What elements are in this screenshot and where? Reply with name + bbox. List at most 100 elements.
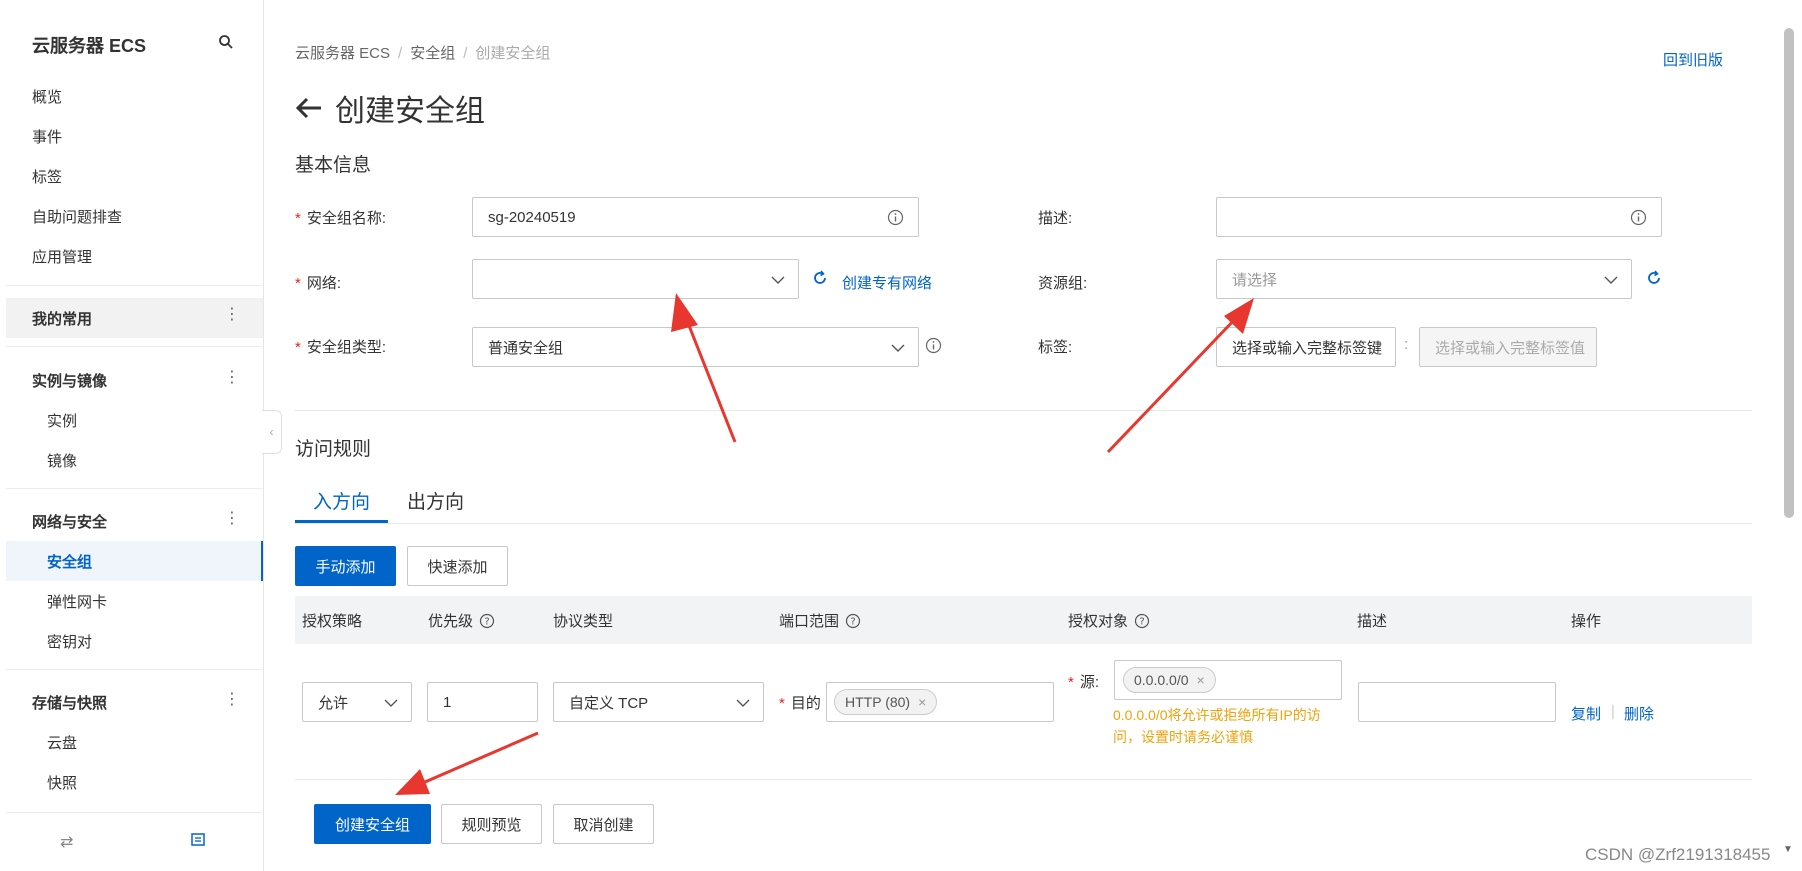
annotation-arrow bbox=[395, 731, 539, 795]
col-protocol: 协议类型 bbox=[553, 613, 614, 630]
sidebar-item-tags[interactable]: 标签 bbox=[32, 166, 62, 187]
back-arrow-icon[interactable] bbox=[295, 96, 323, 120]
description-input[interactable] bbox=[1216, 197, 1662, 237]
breadcrumb-ecs[interactable]: 云服务器 ECS bbox=[295, 45, 390, 62]
refresh-icon[interactable] bbox=[1645, 269, 1663, 287]
create-security-group-button[interactable]: 创建安全组 bbox=[314, 804, 431, 844]
svg-text:?: ? bbox=[1139, 616, 1144, 627]
col-policy: 授权策略 bbox=[302, 613, 363, 630]
tabs-divider bbox=[295, 523, 1752, 524]
sg-type-select[interactable]: 普通安全组 bbox=[472, 327, 919, 367]
network-select[interactable] bbox=[472, 259, 799, 299]
annotation-arrow bbox=[1106, 298, 1254, 454]
more-icon[interactable]: ⋮ bbox=[224, 511, 240, 527]
search-icon[interactable] bbox=[218, 34, 234, 50]
sidebar-item-events[interactable]: 事件 bbox=[32, 126, 62, 147]
copy-rule-link[interactable]: 复制 bbox=[1571, 703, 1601, 724]
sidebar-item-app-management[interactable]: 应用管理 bbox=[32, 246, 92, 267]
sidebar-item-images[interactable]: 镜像 bbox=[47, 450, 77, 471]
tab-outbound[interactable]: 出方向 bbox=[407, 487, 464, 514]
manual-add-button[interactable]: 手动添加 bbox=[295, 546, 396, 586]
info-icon bbox=[1630, 209, 1647, 226]
sidebar-item-troubleshoot[interactable]: 自助问题排查 bbox=[32, 206, 122, 227]
col-description: 描述 bbox=[1357, 613, 1388, 630]
help-icon[interactable]: ? bbox=[845, 613, 861, 629]
sidebar-item-overview[interactable]: 概览 bbox=[32, 86, 62, 107]
chevron-down-icon bbox=[1604, 276, 1618, 284]
sg-name-input[interactable]: sg-20240519 bbox=[472, 197, 919, 237]
description-label: 描述: bbox=[1038, 210, 1073, 227]
sidebar-item-keypairs[interactable]: 密钥对 bbox=[47, 631, 92, 652]
more-icon[interactable]: ⋮ bbox=[224, 307, 240, 323]
sidebar-title: 云服务器 ECS bbox=[32, 36, 147, 56]
watermark: CSDN @Zrf2191318455 bbox=[1585, 845, 1771, 864]
dest-label: * 目的 bbox=[779, 695, 821, 712]
priority-input[interactable]: 1 bbox=[427, 682, 538, 722]
rule-description-input[interactable] bbox=[1358, 682, 1556, 722]
sidebar-favorites[interactable]: 我的常用 bbox=[32, 308, 92, 329]
info-icon[interactable] bbox=[925, 337, 942, 354]
section-divider bbox=[295, 410, 1752, 411]
swap-icon[interactable]: ⇄ bbox=[60, 832, 73, 852]
breadcrumb-security-groups[interactable]: 安全组 bbox=[410, 45, 455, 62]
tab-inbound[interactable]: 入方向 bbox=[313, 487, 370, 514]
sidebar-collapse-handle[interactable]: ‹ bbox=[262, 410, 282, 454]
help-icon[interactable]: ? bbox=[479, 613, 495, 629]
sidebar-group-storage[interactable]: 存储与快照 bbox=[32, 692, 107, 713]
resource-group-select[interactable]: 请选择 bbox=[1216, 259, 1632, 299]
col-auth-object: 授权对象 ? bbox=[1068, 610, 1150, 631]
help-icon[interactable]: ? bbox=[1134, 613, 1150, 629]
chevron-down-icon bbox=[736, 699, 750, 707]
sidebar-active-highlight bbox=[6, 541, 263, 581]
rules-table-header bbox=[295, 596, 1752, 644]
back-to-old-version-link[interactable]: 回到旧版 bbox=[1663, 49, 1723, 70]
breadcrumb: 云服务器 ECS / 安全组 / 创建安全组 bbox=[295, 45, 551, 62]
page-scrollbar[interactable] bbox=[1784, 28, 1794, 518]
document-icon[interactable] bbox=[190, 832, 206, 848]
chevron-down-icon bbox=[891, 344, 905, 352]
sidebar-item-instances[interactable]: 实例 bbox=[47, 410, 77, 431]
cancel-create-button[interactable]: 取消创建 bbox=[553, 804, 654, 844]
scroll-down-arrow-icon[interactable]: ▼ bbox=[1783, 844, 1793, 855]
create-vpc-link[interactable]: 创建专有网络 bbox=[842, 272, 932, 293]
annotation-arrow bbox=[671, 293, 737, 443]
resource-group-label: 资源组: bbox=[1038, 275, 1088, 292]
source-tag: 0.0.0.0/0 × bbox=[1123, 667, 1216, 693]
protocol-select[interactable]: 自定义 TCP bbox=[553, 682, 764, 722]
access-rules-title: 访问规则 bbox=[295, 439, 372, 460]
table-bottom-divider bbox=[295, 779, 1752, 780]
more-icon[interactable]: ⋮ bbox=[224, 692, 240, 708]
rule-preview-button[interactable]: 规则预览 bbox=[441, 804, 542, 844]
divider bbox=[6, 488, 262, 489]
sidebar-group-instances[interactable]: 实例与镜像 bbox=[32, 370, 107, 391]
divider bbox=[6, 812, 262, 813]
sg-type-label: * 安全组类型: bbox=[295, 339, 387, 356]
tag-key-input[interactable]: 选择或输入完整标签键 bbox=[1216, 327, 1396, 367]
tag-value-input[interactable]: 选择或输入完整标签值 bbox=[1419, 327, 1597, 367]
delete-rule-link[interactable]: 删除 bbox=[1624, 703, 1654, 724]
close-icon[interactable]: × bbox=[918, 694, 926, 710]
source-label: * 源: bbox=[1068, 674, 1100, 691]
sidebar-item-security-groups[interactable]: 安全组 bbox=[47, 551, 92, 572]
sidebar-item-disks[interactable]: 云盘 bbox=[47, 732, 77, 753]
network-label: * 网络: bbox=[295, 275, 342, 292]
chevron-down-icon bbox=[771, 276, 785, 284]
col-priority: 优先级 ? bbox=[428, 610, 495, 631]
svg-text:?: ? bbox=[850, 616, 855, 627]
policy-select[interactable]: 允许 bbox=[302, 682, 412, 722]
sidebar-group-network-security[interactable]: 网络与安全 bbox=[32, 511, 107, 532]
svg-text:?: ? bbox=[484, 616, 489, 627]
quick-add-button[interactable]: 快速添加 bbox=[407, 546, 508, 586]
col-port-range: 端口范围 ? bbox=[779, 610, 861, 631]
divider bbox=[6, 346, 262, 347]
sidebar-item-snapshots[interactable]: 快照 bbox=[47, 772, 77, 793]
port-tag: HTTP (80) × bbox=[834, 689, 938, 715]
breadcrumb-current: 创建安全组 bbox=[475, 45, 551, 62]
refresh-icon[interactable] bbox=[811, 269, 829, 287]
more-icon[interactable]: ⋮ bbox=[224, 370, 240, 386]
basic-info-title: 基本信息 bbox=[295, 155, 372, 176]
tag-colon: : bbox=[1404, 336, 1409, 353]
close-icon[interactable]: × bbox=[1197, 672, 1205, 688]
tags-label: 标签: bbox=[1038, 339, 1073, 356]
sidebar-item-eni[interactable]: 弹性网卡 bbox=[47, 591, 107, 612]
